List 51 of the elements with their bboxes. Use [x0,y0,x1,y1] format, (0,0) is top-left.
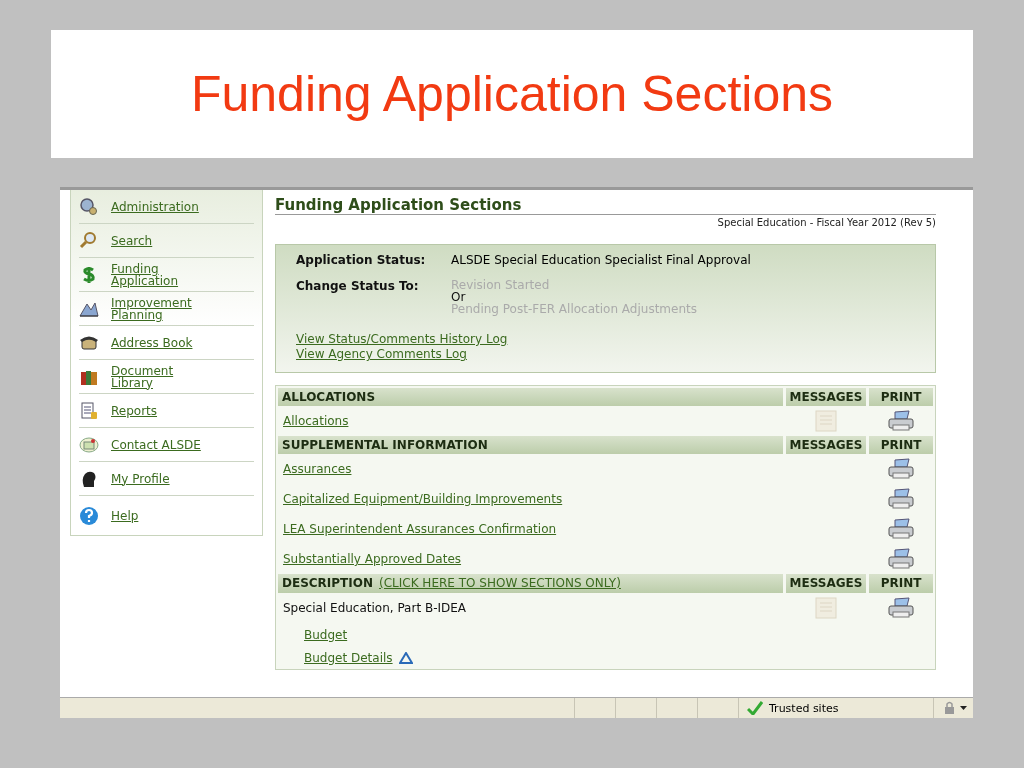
sidebar-link[interactable]: Funding Application [111,262,206,287]
checkmark-icon [747,701,763,715]
printer-icon[interactable] [887,410,915,432]
search-icon[interactable] [79,230,99,251]
log-link[interactable]: View Status/Comments History Log [296,333,508,345]
section-link[interactable]: LEA Superintendent Assurances Confirmation [283,523,557,535]
column-header: PRINT [869,388,933,406]
sidebar-link[interactable]: My Profile [111,472,170,485]
section-link[interactable]: Capitalized Equipment/Building Improvements [283,493,563,505]
section-title: SUPPLEMENTAL INFORMATION [282,438,488,452]
page-title: Funding Application Sections [275,196,936,215]
section-link[interactable]: Budget [304,628,348,641]
change-status-label: Change Status To: [296,279,420,295]
column-header: MESSAGES [786,574,866,593]
section-title: DESCRIPTION [282,576,373,591]
printer-icon[interactable] [887,458,915,480]
sidebar-link[interactable]: Administration [111,200,199,213]
section-title: ALLOCATIONS [282,390,376,404]
column-header: MESSAGES [786,436,866,454]
page-subtitle: Special Education - Fiscal Year 2012 (Rev 5) [717,217,936,228]
printer-icon[interactable] [887,597,915,619]
column-header: PRINT [869,574,933,593]
sidebar-link[interactable]: Search [111,234,153,247]
sidebar-link[interactable]: Help [111,509,139,522]
sidebar-link[interactable]: Improvement Planning [111,296,206,321]
sidebar-link[interactable]: Contact ALSDE [111,438,201,451]
section-link[interactable]: Substantially Approved Dates [283,553,462,565]
sidebar-link[interactable]: Document Library [111,364,206,389]
printer-icon[interactable] [887,548,915,570]
status-label: Application Status: [296,253,427,267]
status-option[interactable]: Or [451,291,915,303]
security-zone: Trusted sites [769,701,839,715]
caret-icon[interactable] [960,706,967,710]
sidebar-link[interactable]: Address Book [111,336,193,349]
status-value: ALSDE Special Education Specialist Final Approval [451,253,752,267]
show-sections-link[interactable]: (CLICK HERE TO SHOW SECTIONS ONLY) [379,576,621,591]
envelope-icon[interactable] [79,434,99,455]
section-link[interactable]: Assurances [283,463,352,475]
slide-title: Funding Application Sections [51,30,973,158]
log-link[interactable]: View Agency Comments Log [296,348,508,360]
section-link[interactable]: Allocations [283,415,349,427]
column-header: MESSAGES [786,388,866,406]
sidebar-link[interactable]: Reports [111,404,158,417]
printer-icon[interactable] [887,488,915,510]
status-option: Revision Started [451,279,915,291]
printer-icon[interactable] [887,518,915,540]
column-header: PRINT [869,436,933,454]
section-link[interactable]: Budget Details [304,651,393,664]
status-option: Pending Post-FER Allocation Adjustments [451,303,915,315]
program-name: Special Education, Part B-IDEA [283,601,467,615]
help-icon[interactable] [79,505,99,526]
